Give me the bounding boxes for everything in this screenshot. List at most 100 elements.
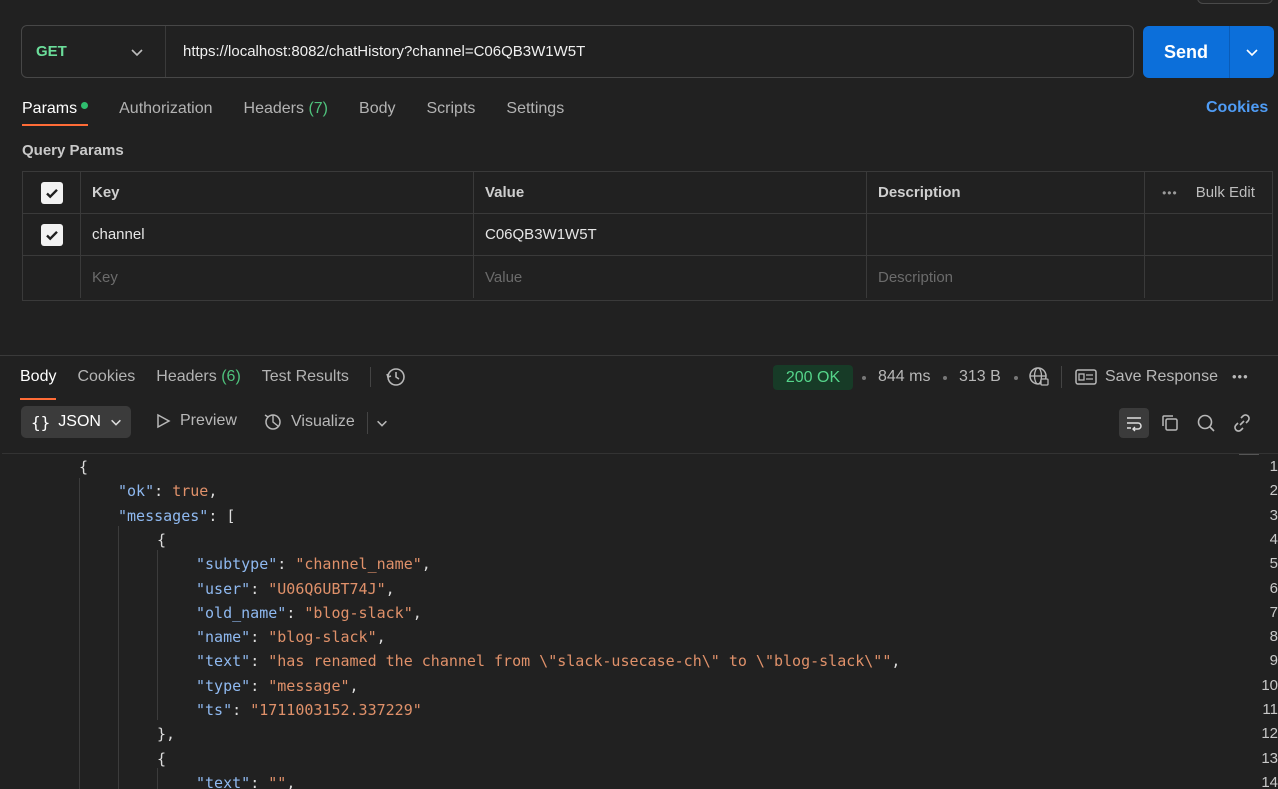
response-time[interactable]: 844 ms: [878, 368, 930, 386]
code-line: {: [157, 750, 166, 768]
line-number: 8: [1269, 628, 1278, 646]
tab-scripts[interactable]: Scripts: [426, 96, 475, 128]
separator-dot: [1014, 376, 1018, 380]
wrap-lines-button[interactable]: [1119, 408, 1149, 438]
code-token: ,: [385, 579, 395, 598]
format-select[interactable]: {} JSON: [21, 406, 131, 438]
code-line: "text": "has renamed the channel from \"…: [196, 652, 900, 670]
code-token: "channel_name": [295, 555, 422, 574]
row-check-cell: [23, 214, 81, 255]
code-line: "messages": [: [118, 507, 235, 525]
code-token: {: [157, 749, 167, 768]
code-token: "ok": [118, 482, 155, 501]
code-token: ,: [376, 628, 386, 647]
save-response-icon[interactable]: [1075, 368, 1097, 386]
code-token: ,: [349, 676, 359, 695]
tab-headers[interactable]: Headers (7): [244, 96, 329, 128]
tab-settings[interactable]: Settings: [506, 96, 564, 128]
preview-label: Preview: [180, 412, 237, 429]
code-token: : [: [208, 506, 236, 525]
code-token: "ts": [196, 701, 233, 719]
status-badge[interactable]: 200 OK: [773, 365, 853, 390]
code-line: {: [157, 531, 166, 549]
line-number: 11: [1262, 701, 1278, 718]
code-line: "type": "message",: [196, 677, 359, 695]
code-token: {: [157, 530, 167, 549]
select-all-checkbox[interactable]: [40, 181, 63, 204]
description-header: Description: [867, 172, 1145, 213]
more-icon[interactable]: •••: [1232, 369, 1249, 384]
response-size[interactable]: 313 B: [959, 368, 1001, 386]
method-select[interactable]: GET: [22, 26, 166, 77]
globe-lock-icon[interactable]: [1028, 366, 1050, 388]
copy-button[interactable]: [1155, 408, 1185, 438]
scroll-marker: [1239, 454, 1259, 455]
code-token: "blog-slack": [268, 628, 377, 647]
link-button[interactable]: [1227, 408, 1257, 438]
tab-body[interactable]: Body: [359, 96, 395, 128]
code-line: },: [157, 725, 175, 743]
link-icon: [1234, 414, 1250, 432]
indent-guide: [157, 550, 158, 720]
chevron-down-icon: [111, 419, 121, 426]
new-description-input[interactable]: Description: [867, 256, 1145, 298]
code-token: :: [250, 676, 269, 695]
preview-button[interactable]: Preview: [154, 412, 237, 430]
history-icon[interactable]: [385, 366, 407, 388]
tab-test-results[interactable]: Test Results: [262, 364, 349, 396]
new-key-input[interactable]: Key: [81, 256, 474, 298]
tab-response-body[interactable]: Body: [20, 364, 57, 400]
url-input[interactable]: https://localhost:8082/chatHistory?chann…: [166, 43, 585, 60]
row-checkbox[interactable]: [40, 223, 63, 246]
send-options-button[interactable]: [1230, 26, 1274, 78]
code-token: :: [232, 701, 251, 719]
headers-count: (6): [221, 368, 241, 385]
tab-params[interactable]: Params: [22, 96, 89, 128]
search-button[interactable]: [1191, 408, 1221, 438]
code-line: {: [79, 458, 88, 476]
visualize-button[interactable]: Visualize: [263, 412, 355, 432]
wrap-lines-icon: [1127, 417, 1142, 432]
separator-dot: [943, 376, 947, 380]
separator: [369, 367, 371, 387]
select-all-cell: [23, 172, 81, 213]
indent-guide: [118, 526, 119, 789]
separator: [1061, 366, 1062, 388]
param-value-input[interactable]: C06QB3W1W5T: [474, 214, 867, 255]
code-line: "text": "",: [196, 774, 295, 789]
code-token: ,: [412, 603, 422, 622]
new-value-input[interactable]: Value: [474, 256, 867, 298]
send-button[interactable]: Send: [1143, 26, 1230, 78]
code-token: ,: [891, 652, 901, 671]
response-body-viewer[interactable]: 1 {2 "ok": true, 3 "messages": [4 {5 "subtype"…: [2, 453, 1278, 789]
param-key-input[interactable]: channel: [81, 214, 474, 255]
table-header-row: Key Value Description ••• Bulk Edit: [23, 172, 1272, 214]
send-button-group: Send: [1143, 26, 1274, 78]
code-token: {: [79, 458, 89, 476]
format-label: JSON: [58, 413, 101, 430]
tab-label: Params: [22, 100, 78, 117]
code-line: "subtype": "channel_name",: [196, 555, 431, 573]
save-response-button[interactable]: Save Response: [1105, 368, 1218, 386]
cookies-link[interactable]: Cookies: [1206, 99, 1268, 117]
bulk-edit-button[interactable]: Bulk Edit: [1196, 184, 1255, 201]
params-active-dot: [81, 102, 89, 110]
code-token: :: [154, 482, 173, 501]
tab-response-cookies[interactable]: Cookies: [77, 364, 135, 396]
chevron-down-icon: [1246, 49, 1258, 57]
code-token: "blog-slack": [304, 603, 413, 622]
code-line: "ok": true,: [118, 482, 217, 500]
param-description-input[interactable]: [867, 214, 1145, 255]
check-icon: [45, 188, 58, 198]
top-right-button[interactable]: [1197, 0, 1273, 4]
chevron-down-icon[interactable]: [375, 416, 389, 430]
more-icon[interactable]: •••: [1162, 186, 1178, 200]
code-token: "1711003152.337229": [250, 701, 422, 719]
tab-authorization[interactable]: Authorization: [119, 96, 212, 128]
pane-divider[interactable]: [0, 355, 1278, 356]
tab-response-headers[interactable]: Headers (6): [156, 364, 241, 396]
code-token: "U06Q6UBT74J": [268, 579, 386, 598]
code-token: true: [172, 482, 209, 501]
query-params-table: Key Value Description ••• Bulk Edit chan…: [22, 171, 1273, 301]
line-number: 12: [1261, 725, 1278, 743]
